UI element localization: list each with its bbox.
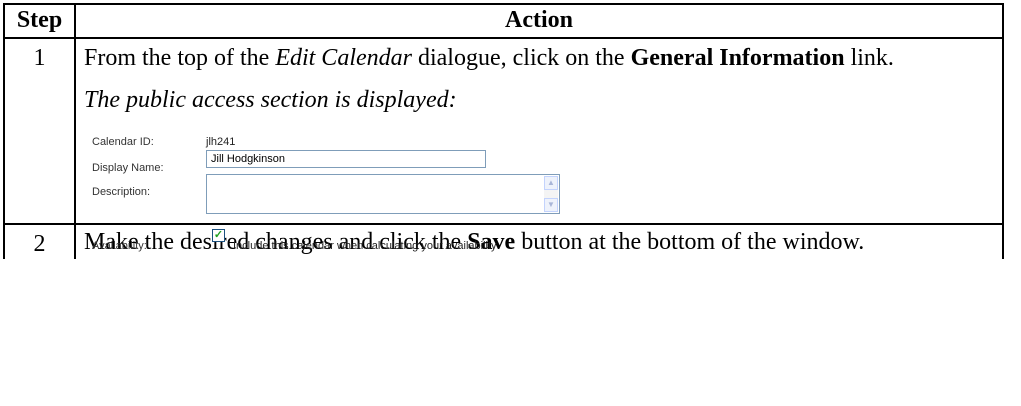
dialog-name: Edit Calendar <box>275 45 412 71</box>
step-row-2: 2 Make the desired changes and click the… <box>3 223 1004 259</box>
step-number-1: 1 <box>3 37 76 225</box>
availability-label: Availability: <box>92 240 147 252</box>
step-row-1: 1 From the top of the Edit Calendar dial… <box>3 37 1004 252</box>
step-action-1: From the top of the Edit Calendar dialog… <box>74 37 1004 252</box>
header-action: Action <box>74 3 1004 39</box>
step-1-caption: The public access section is displayed: <box>84 87 457 113</box>
step-1-text-c: link. <box>844 45 894 71</box>
description-label: Description: <box>92 186 151 198</box>
description-scrollbar[interactable]: ▲ ▼ <box>544 176 558 212</box>
step-number-2: 2 <box>3 223 76 259</box>
scroll-up-icon[interactable]: ▲ <box>544 176 558 190</box>
step-1-instruction: From the top of the Edit Calendar dialog… <box>84 43 992 73</box>
step-2-text-b: button at the bottom of the window. <box>515 229 865 255</box>
scroll-down-icon[interactable]: ▼ <box>544 198 558 212</box>
general-information-link-name: General Information <box>630 45 845 71</box>
public-access-panel: Calendar ID: jlh241 Display Name: Jill H… <box>92 123 692 252</box>
display-name-field[interactable]: Jill Hodgkinson <box>206 150 486 168</box>
availability-checkbox[interactable]: ✓ <box>212 229 225 242</box>
step-1-text-b: dialogue, click on the <box>411 45 631 71</box>
availability-option-label[interactable]: Include this calendar when calculating y… <box>233 231 497 261</box>
description-field[interactable]: ▲ ▼ <box>206 174 560 214</box>
step-1-text-a: From the top of the <box>84 45 276 71</box>
table-header-row: Step Action <box>3 3 1004 39</box>
header-step: Step <box>3 3 76 39</box>
instructions-table: Step Action 1 From the top of the Edit C… <box>3 3 1004 259</box>
